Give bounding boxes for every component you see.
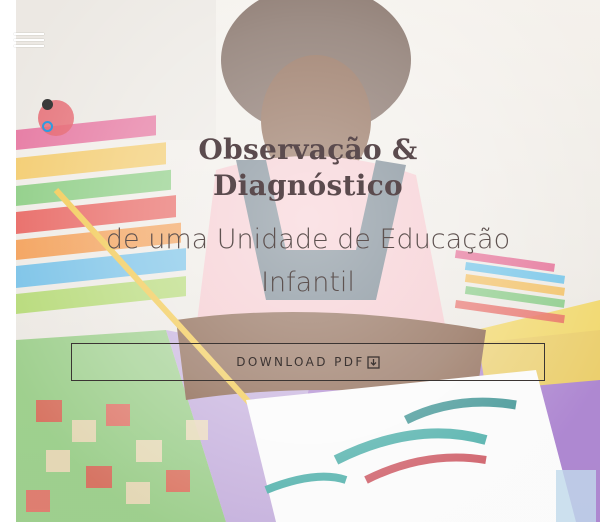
download-icon <box>367 355 380 369</box>
download-pdf-button[interactable]: DOWNLOAD PDF <box>71 343 545 381</box>
hero-title: Observação & Diagnóstico <box>198 133 418 202</box>
hamburger-icon <box>14 33 44 35</box>
hamburger-icon-line <box>14 45 44 47</box>
slide-dot-active[interactable] <box>42 99 53 110</box>
hamburger-icon-line <box>14 39 44 41</box>
download-pdf-label: DOWNLOAD PDF <box>236 355 365 369</box>
hero-content: Observação & Diagnóstico de uma Unidade … <box>16 132 600 304</box>
slide-dot[interactable] <box>42 121 53 132</box>
hero-subtitle: de uma Unidade de Educação Infantil <box>105 224 511 298</box>
menu-toggle-button[interactable] <box>14 29 46 49</box>
